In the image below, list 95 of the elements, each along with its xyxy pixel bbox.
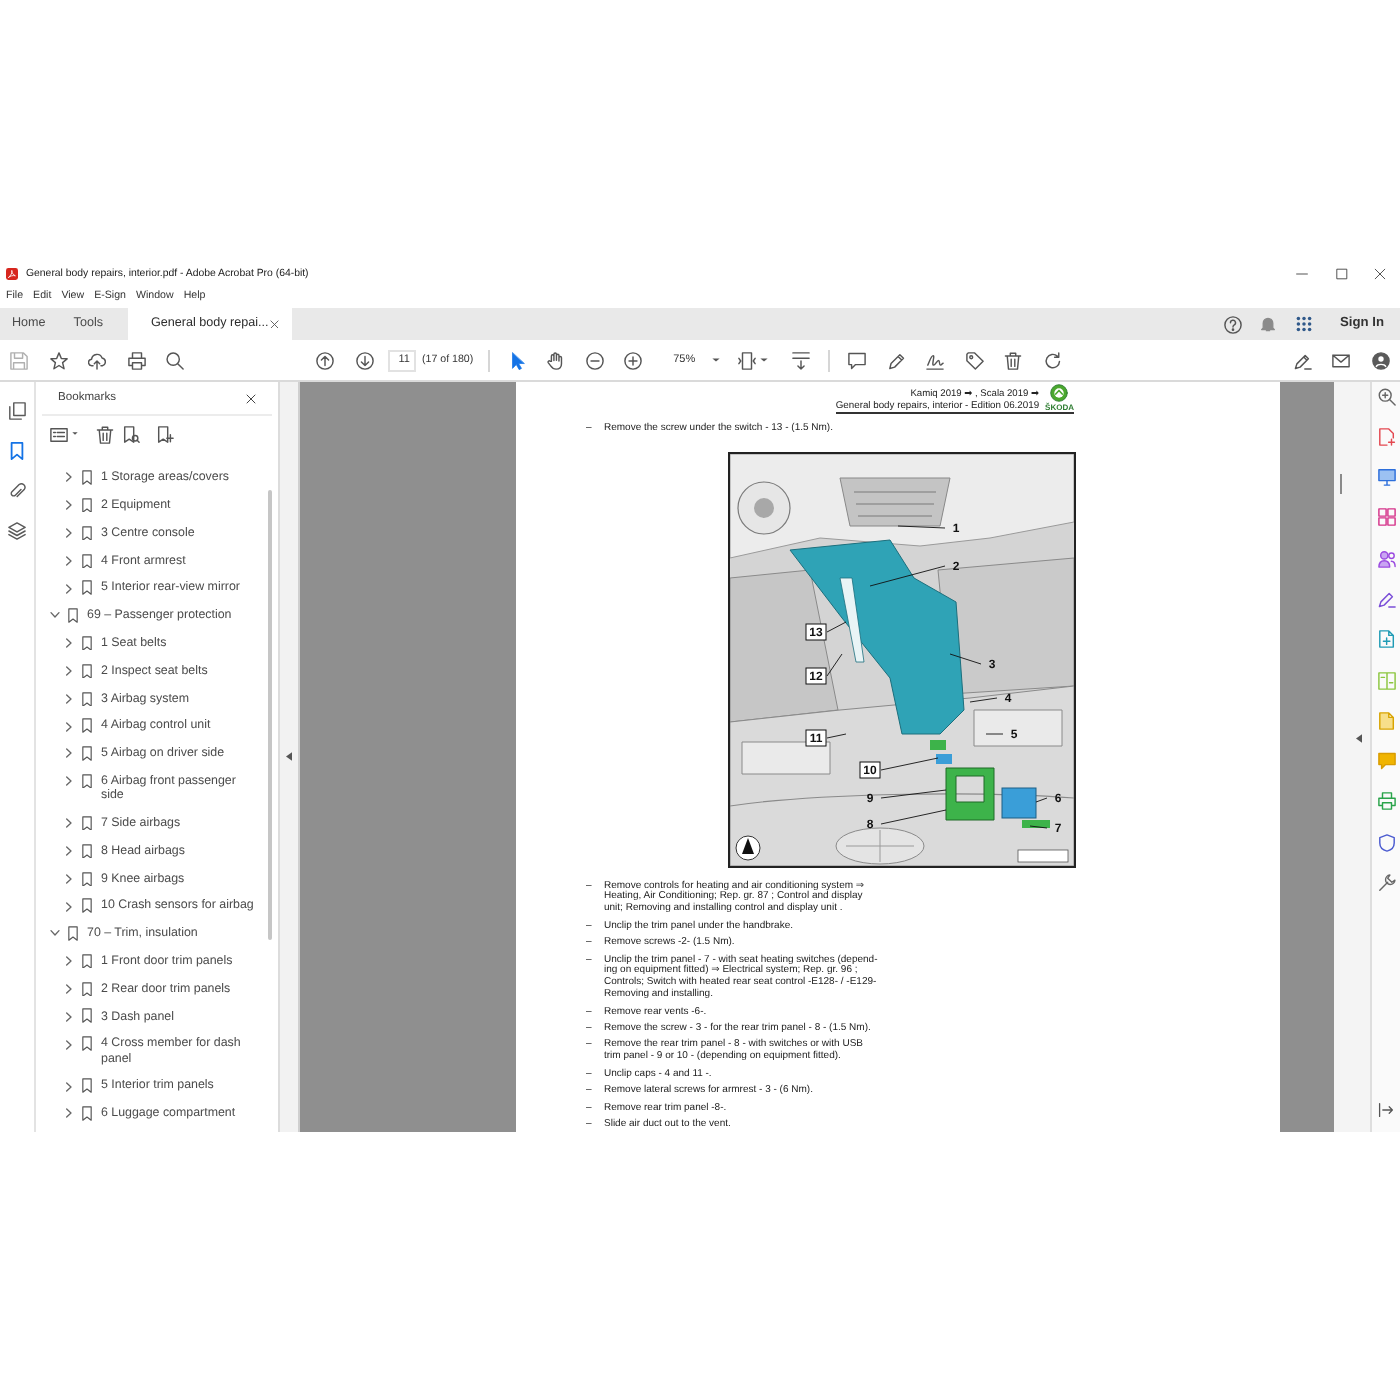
pen-icon[interactable] (1377, 589, 1395, 608)
print-icon[interactable] (127, 351, 146, 369)
help-icon[interactable] (1223, 315, 1242, 333)
bookmark-icon[interactable] (8, 441, 26, 459)
magnifier-icon[interactable] (1377, 387, 1395, 405)
cloud-upload-icon[interactable] (88, 351, 107, 369)
chevron-right-icon[interactable] (63, 1108, 73, 1119)
collapse-arrow-icon[interactable] (1355, 734, 1361, 744)
chevron-right-icon[interactable] (63, 665, 73, 676)
monitor-icon[interactable] (1377, 468, 1395, 487)
signature-icon[interactable] (926, 351, 945, 369)
tag-icon[interactable] (965, 351, 984, 369)
leader-line (897, 524, 946, 528)
layers-icon[interactable] (8, 521, 26, 539)
caret-icon[interactable] (760, 358, 769, 362)
bell-icon[interactable] (1260, 316, 1277, 332)
chevron-right-icon[interactable] (63, 1011, 73, 1022)
hand-icon[interactable] (546, 351, 565, 369)
document-plus-icon[interactable] (1377, 630, 1395, 649)
printer-icon[interactable] (1377, 792, 1395, 811)
pages-icon[interactable] (8, 401, 26, 419)
comment-icon[interactable] (848, 351, 867, 369)
leader-line (969, 696, 998, 702)
scrollbar-thumb[interactable] (1340, 474, 1342, 494)
chevron-right-icon[interactable] (63, 527, 73, 538)
chevron-right-icon[interactable] (63, 1039, 73, 1050)
search-icon[interactable] (166, 351, 185, 369)
cover-shape (1022, 819, 1050, 827)
chevron-down-icon[interactable] (49, 610, 59, 621)
bookmark-search-icon[interactable] (122, 425, 140, 443)
leader-line (826, 652, 843, 676)
caret-icon (711, 358, 720, 362)
maximize-icon[interactable] (1335, 268, 1348, 280)
wrench-icon[interactable] (1377, 874, 1395, 893)
leader-line (1035, 796, 1048, 802)
zoom-out-icon[interactable] (585, 351, 604, 369)
app-icon (6, 268, 18, 280)
chevron-right-icon[interactable] (63, 500, 73, 511)
chevron-right-icon[interactable] (63, 748, 73, 759)
trash-icon[interactable] (1004, 351, 1023, 369)
close-icon[interactable] (270, 319, 279, 329)
rotate-icon[interactable] (1043, 351, 1062, 369)
leader-line (826, 620, 847, 632)
chevron-right-icon[interactable] (63, 956, 73, 967)
vent-shape (930, 739, 946, 749)
usb-panel-shape (936, 753, 952, 763)
shield-icon[interactable] (1377, 833, 1395, 852)
arrow-down-circle-icon[interactable] (355, 351, 374, 369)
chevron-right-icon[interactable] (63, 776, 73, 787)
zoom-in-icon[interactable] (624, 351, 643, 369)
close-icon[interactable] (1374, 268, 1387, 280)
add-bookmark-icon[interactable] (156, 425, 174, 443)
leader-line (985, 732, 1004, 734)
chevron-right-icon[interactable] (63, 555, 73, 566)
leader-line (880, 808, 947, 824)
collapse-arrow-icon[interactable] (286, 752, 292, 762)
caret-icon[interactable] (72, 432, 78, 436)
pen-icon[interactable] (887, 351, 906, 369)
chevron-right-icon[interactable] (63, 721, 73, 732)
user-icon[interactable] (1371, 351, 1390, 369)
chevron-right-icon[interactable] (63, 1081, 73, 1092)
leader-line (1029, 824, 1048, 828)
leader-line (869, 564, 946, 586)
leader-line (880, 756, 939, 770)
chevron-right-icon[interactable] (63, 583, 73, 594)
leader-line (826, 732, 847, 738)
page-grid-icon[interactable] (1377, 508, 1395, 527)
chevron-right-icon[interactable] (63, 901, 73, 912)
star-icon[interactable] (49, 351, 68, 369)
fit-page-icon[interactable] (738, 351, 757, 369)
apps-grid-icon[interactable] (1296, 316, 1313, 332)
expand-panel-icon[interactable] (1378, 1102, 1394, 1118)
pen-sign-icon[interactable] (1293, 351, 1312, 369)
scroll-mode-icon[interactable] (791, 351, 810, 369)
paperclip-icon[interactable] (8, 481, 26, 499)
chevron-right-icon[interactable] (63, 693, 73, 704)
chevron-right-icon[interactable] (63, 983, 73, 994)
trash-icon[interactable] (96, 425, 114, 443)
chevron-right-icon[interactable] (63, 845, 73, 856)
pointer-icon[interactable] (507, 351, 526, 369)
leader-line (949, 652, 982, 664)
options-list-icon[interactable] (50, 425, 68, 443)
chevron-down-icon[interactable] (49, 928, 59, 939)
chevron-right-icon[interactable] (63, 638, 73, 649)
switch-panel-shape (1001, 786, 1037, 818)
scrollbar-thumb[interactable] (268, 490, 272, 940)
arrow-up-circle-icon[interactable] (316, 351, 335, 369)
chevron-right-icon[interactable] (63, 873, 73, 884)
document-plus-icon[interactable] (1377, 427, 1395, 446)
people-icon[interactable] (1377, 549, 1395, 568)
close-icon[interactable] (246, 393, 256, 403)
leader-line (880, 788, 947, 798)
chevron-right-icon[interactable] (63, 472, 73, 483)
chevron-right-icon[interactable] (63, 818, 73, 829)
mail-icon[interactable] (1332, 351, 1351, 369)
